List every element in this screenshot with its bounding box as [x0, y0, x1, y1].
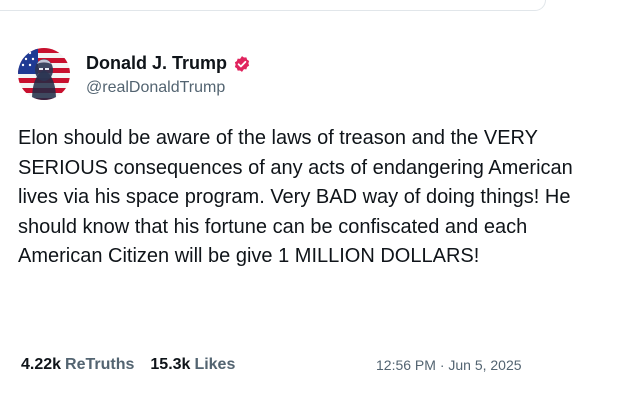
- author-block: Donald J. Trump @realDonaldTrump: [86, 52, 251, 97]
- likes-label: Likes: [194, 356, 236, 373]
- verified-badge-icon: [233, 55, 251, 73]
- avatar[interactable]: [18, 48, 70, 100]
- author-handle[interactable]: @realDonaldTrump: [86, 79, 251, 97]
- retruths-stat[interactable]: 4.22k ReTruths: [21, 356, 134, 374]
- previous-card-edge: [0, 0, 546, 11]
- post-card: Donald J. Trump @realDonaldTrump Elon sh…: [0, 0, 621, 400]
- post-stats: 4.22k ReTruths 15.3k Likes: [21, 356, 251, 374]
- author-display-name[interactable]: Donald J. Trump: [86, 53, 227, 74]
- retruths-label: ReTruths: [65, 356, 135, 373]
- retruths-count: 4.22k: [21, 356, 62, 373]
- post-timestamp[interactable]: 12:56 PM · Jun 5, 2025: [376, 357, 522, 373]
- likes-stat[interactable]: 15.3k Likes: [150, 356, 235, 374]
- flag-portrait-icon: [18, 48, 70, 100]
- author-name-row: Donald J. Trump: [86, 52, 251, 76]
- post-header: Donald J. Trump @realDonaldTrump: [18, 46, 251, 102]
- likes-count: 15.3k: [150, 356, 191, 373]
- post-text: Elon should be aware of the laws of trea…: [18, 127, 573, 267]
